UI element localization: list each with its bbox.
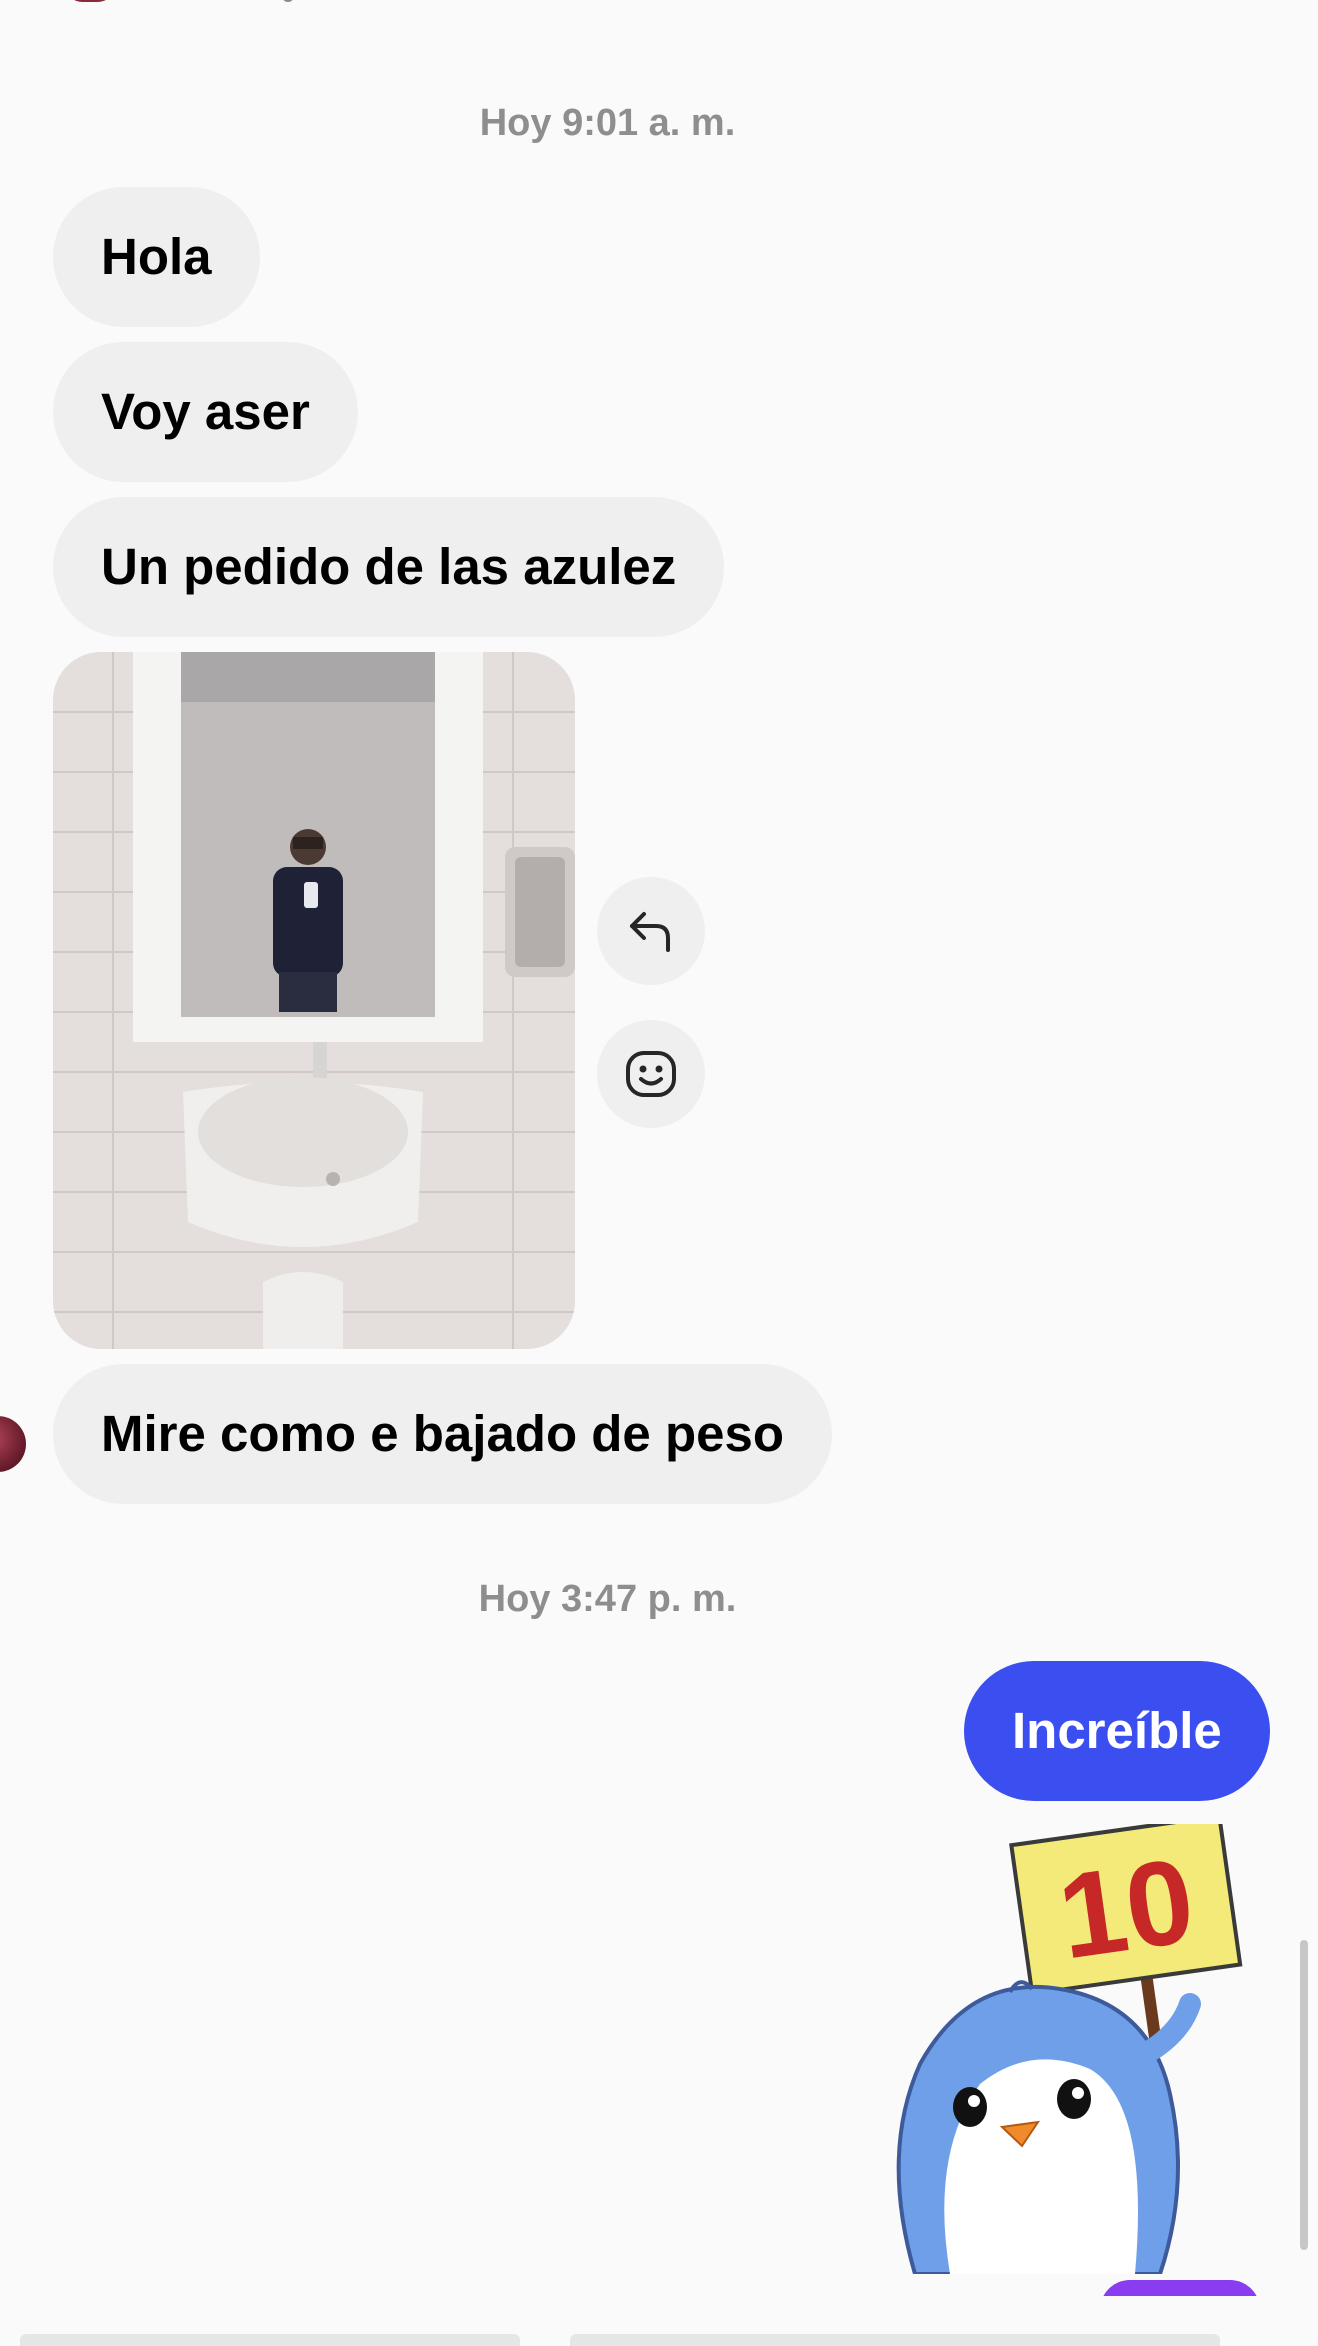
header-avatar[interactable] xyxy=(66,0,114,2)
sticker-sign-text: 10 xyxy=(1051,1833,1202,1984)
penguin-sticker[interactable]: 10 xyxy=(860,1813,1260,2276)
timestamp-afternoon: Hoy 3:47 p. m. xyxy=(478,1578,737,1620)
sender-avatar[interactable] xyxy=(0,1416,26,1472)
shared-photo[interactable] xyxy=(53,652,575,1349)
outgoing-message-bubble[interactable]: Increíble xyxy=(964,1661,1270,1801)
scrollbar[interactable] xyxy=(1300,1940,1308,2250)
emoji-face-icon xyxy=(626,1051,676,1097)
timestamp-morning: Hoy 9:01 a. m. xyxy=(479,102,736,144)
reply-button[interactable] xyxy=(597,877,705,985)
react-button[interactable] xyxy=(597,1020,705,1128)
incoming-message-bubble[interactable]: Mire como e bajado de peso xyxy=(53,1364,832,1504)
incoming-message-bubble[interactable]: Hola xyxy=(53,187,260,327)
reply-arrow-icon xyxy=(630,912,670,952)
composer-bar xyxy=(0,2296,1318,2346)
incoming-message-bubble[interactable]: Voy aser xyxy=(53,342,358,482)
header-indicator xyxy=(282,0,294,2)
incoming-message-bubble[interactable]: Un pedido de las azulez xyxy=(53,497,725,637)
chat-screen: Hoy 9:01 a. m. Hola Voy aser Un pedido d… xyxy=(0,0,1318,2346)
